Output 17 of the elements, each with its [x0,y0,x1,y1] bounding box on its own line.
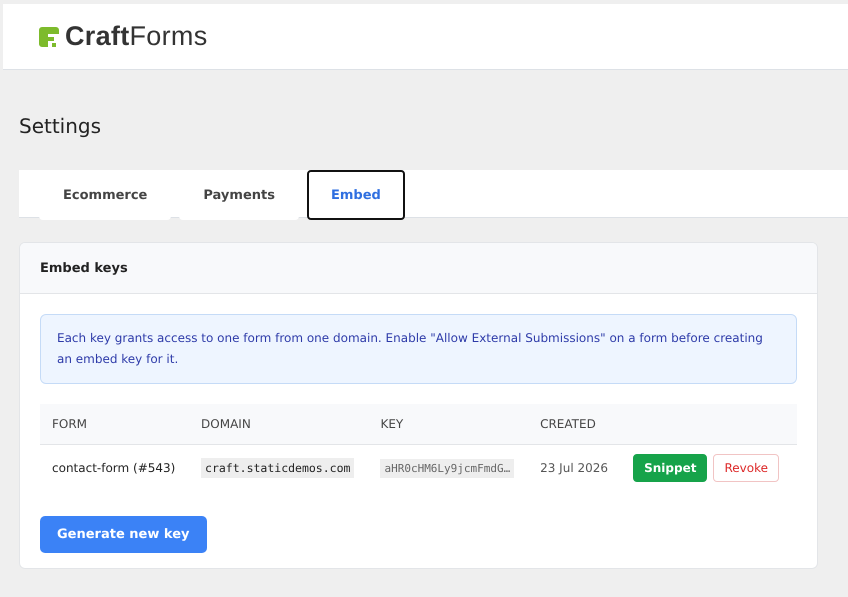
form-cell: contact-form (#543) [52,461,176,476]
generate-key-button[interactable]: Generate new key [40,516,206,553]
brand-logo: CraftForms [65,21,208,52]
date-cell: 23 Jul 2026 [540,461,608,476]
domain-cell: craft.staticdemos.com [201,458,354,478]
page-title: Settings [19,114,102,140]
logo-icon [39,26,59,46]
card-title: Embed keys [40,260,128,276]
column-header: KEY [368,404,528,444]
column-header: CREATED [528,404,622,444]
key-cell: aHR0cHM6Ly9jcmFmdG… [380,459,514,478]
settings-tab[interactable]: Embed [306,170,405,220]
info-notice: Each key grants access to one form from one domain. Enable "Allow External Submissions" on a form before creating an embed key for it. [40,314,797,384]
snippet-button[interactable]: Snippet [633,454,708,482]
column-header: DOMAIN [189,404,368,444]
column-header: FORM [40,404,190,444]
revoke-button[interactable]: Revoke [713,454,779,482]
